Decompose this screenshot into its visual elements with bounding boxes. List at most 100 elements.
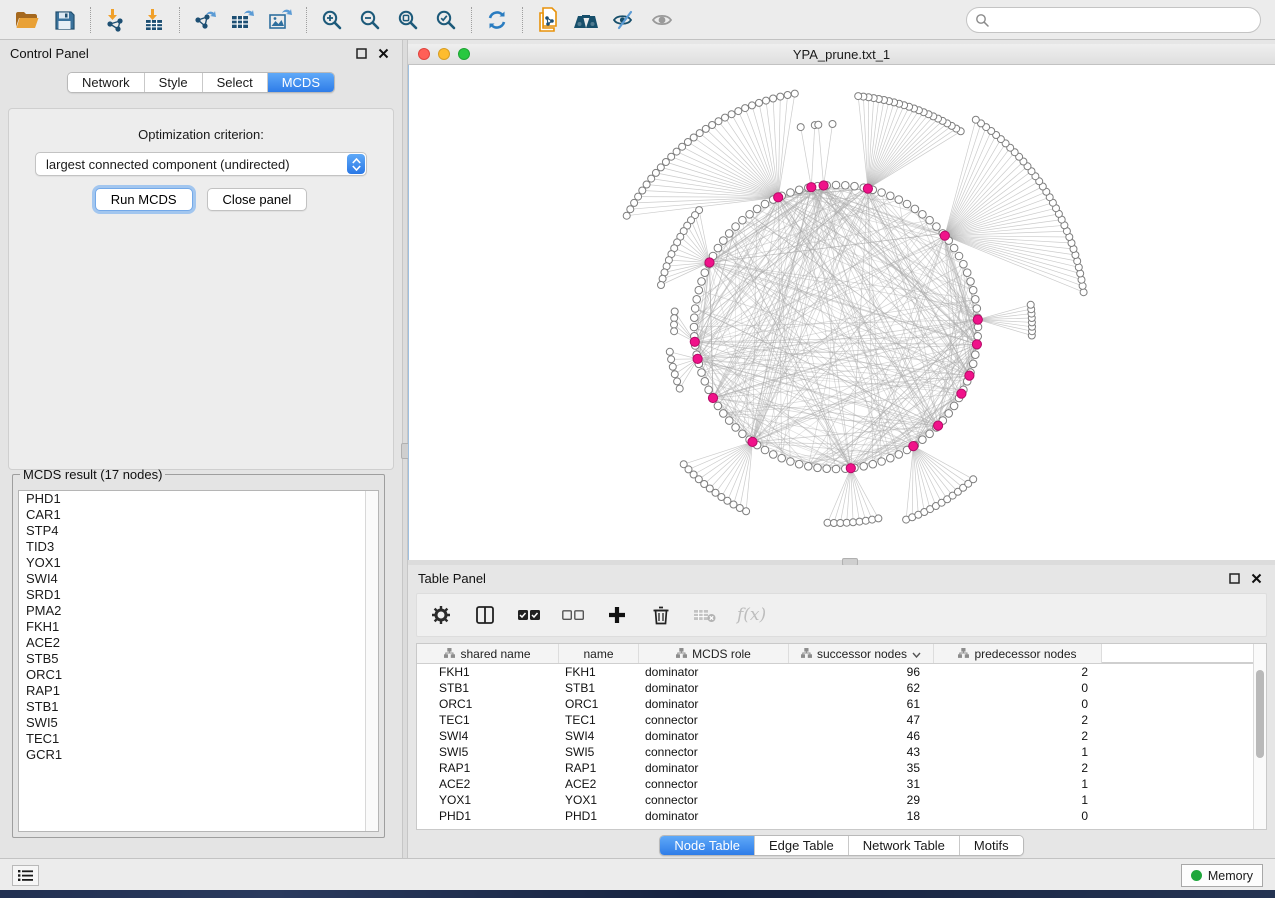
mcds-result-item[interactable]: STB5 <box>19 651 378 667</box>
graph-node[interactable] <box>855 93 862 100</box>
mcds-result-item[interactable]: SWI4 <box>19 571 378 587</box>
graph-node[interactable] <box>926 430 934 438</box>
save-session-button[interactable] <box>46 4 84 36</box>
cell-name[interactable]: STB1 <box>559 681 639 695</box>
mcds-result-item[interactable]: ACE2 <box>19 635 378 651</box>
zoom-selected-button[interactable] <box>427 4 465 36</box>
mcds-result-item[interactable]: YOX1 <box>19 555 378 571</box>
graph-node[interactable] <box>815 121 822 128</box>
cell-shared-name[interactable]: FKH1 <box>417 665 559 679</box>
graph-node[interactable] <box>695 286 703 294</box>
graph-node[interactable] <box>911 205 919 213</box>
zoom-out-button[interactable] <box>351 4 389 36</box>
graph-node[interactable] <box>627 206 634 213</box>
graph-node[interactable] <box>691 314 699 322</box>
import-network-button[interactable] <box>97 4 135 36</box>
mcds-result-item[interactable]: PHD1 <box>19 491 378 507</box>
table-scrollbar[interactable] <box>1253 644 1266 829</box>
cell-predecessor-nodes[interactable]: 1 <box>934 745 1102 759</box>
mcds-result-item[interactable]: STP4 <box>19 523 378 539</box>
table-row[interactable]: PHD1PHD1dominator180 <box>417 808 1266 824</box>
graph-node[interactable] <box>728 111 735 118</box>
cell-predecessor-nodes[interactable]: 1 <box>934 777 1102 791</box>
tab-style[interactable]: Style <box>145 73 203 92</box>
graph-hub-node[interactable] <box>957 389 966 398</box>
float-panel-button[interactable] <box>1225 570 1243 586</box>
graph-node[interactable] <box>933 223 941 231</box>
deselect-all-button[interactable] <box>561 601 585 629</box>
cell-MCDS-role[interactable]: connector <box>639 745 789 759</box>
graph-node[interactable] <box>967 278 975 286</box>
mcds-result-item[interactable]: ORC1 <box>19 667 378 683</box>
status-menu-button[interactable] <box>12 865 39 886</box>
graph-node[interactable] <box>945 410 953 418</box>
graph-node[interactable] <box>829 121 836 128</box>
graph-node[interactable] <box>787 458 795 466</box>
graph-node[interactable] <box>778 454 786 462</box>
cell-successor-nodes[interactable]: 29 <box>789 793 934 807</box>
cell-MCDS-role[interactable]: connector <box>639 793 789 807</box>
graph-node[interactable] <box>973 305 981 313</box>
cell-shared-name[interactable]: PHD1 <box>417 809 559 823</box>
tab-mcds[interactable]: MCDS <box>268 73 334 92</box>
graph-hub-node[interactable] <box>965 371 974 380</box>
cell-shared-name[interactable]: ORC1 <box>417 697 559 711</box>
graph-node[interactable] <box>887 454 895 462</box>
cell-name[interactable]: FKH1 <box>559 665 639 679</box>
graph-node[interactable] <box>668 153 675 160</box>
network-graph[interactable] <box>409 65 1275 560</box>
graph-node[interactable] <box>972 351 980 359</box>
graph-node[interactable] <box>671 321 678 328</box>
graph-node[interactable] <box>693 296 701 304</box>
graph-node[interactable] <box>756 99 763 106</box>
graph-node[interactable] <box>895 451 903 459</box>
mcds-result-item[interactable]: TID3 <box>19 539 378 555</box>
graph-node[interactable] <box>955 252 963 260</box>
cell-shared-name[interactable]: SWI5 <box>417 745 559 759</box>
cell-name[interactable]: SWI5 <box>559 745 639 759</box>
search-input[interactable] <box>994 13 1252 27</box>
graph-node[interactable] <box>814 464 822 472</box>
tab-network[interactable]: Network <box>68 73 145 92</box>
graph-node[interactable] <box>797 124 804 131</box>
export-table-button[interactable] <box>224 4 262 36</box>
search-field[interactable] <box>966 7 1261 33</box>
table-scrollbar-thumb[interactable] <box>1256 670 1264 758</box>
graph-node[interactable] <box>919 436 927 444</box>
graph-hub-node[interactable] <box>708 393 717 402</box>
graph-hub-node[interactable] <box>807 183 816 192</box>
mcds-list-scrollbar[interactable] <box>365 491 378 831</box>
graph-node[interactable] <box>702 125 709 132</box>
graph-node[interactable] <box>722 114 729 121</box>
export-network-button[interactable] <box>186 4 224 36</box>
table-row[interactable]: SWI4SWI4dominator462 <box>417 728 1266 744</box>
graph-node[interactable] <box>720 237 728 245</box>
graph-node[interactable] <box>746 211 754 219</box>
graph-node[interactable] <box>714 402 722 410</box>
graph-node[interactable] <box>969 360 977 368</box>
graph-node[interactable] <box>761 200 769 208</box>
graph-node[interactable] <box>639 187 646 194</box>
graph-node[interactable] <box>709 122 716 129</box>
apply-layout-button[interactable] <box>478 4 516 36</box>
graph-hub-node[interactable] <box>940 231 949 240</box>
graph-node[interactable] <box>887 192 895 200</box>
column-header-shared-name[interactable]: shared name <box>417 644 559 663</box>
cell-successor-nodes[interactable]: 47 <box>789 713 934 727</box>
graph-node[interactable] <box>732 424 740 432</box>
graph-hub-node[interactable] <box>819 181 828 190</box>
cell-successor-nodes[interactable]: 96 <box>789 665 934 679</box>
graph-node[interactable] <box>658 282 665 289</box>
graph-node[interactable] <box>623 212 630 219</box>
column-header-predecessor-nodes[interactable]: predecessor nodes <box>934 644 1102 663</box>
graph-node[interactable] <box>674 378 681 385</box>
cell-predecessor-nodes[interactable]: 2 <box>934 729 1102 743</box>
open-session-button[interactable] <box>8 4 46 36</box>
zoom-fit-button[interactable] <box>389 4 427 36</box>
cell-MCDS-role[interactable]: dominator <box>639 809 789 823</box>
graph-node[interactable] <box>725 230 733 238</box>
cell-name[interactable]: SWI4 <box>559 729 639 743</box>
cell-shared-name[interactable]: ACE2 <box>417 777 559 791</box>
graph-node[interactable] <box>851 182 859 190</box>
cell-predecessor-nodes[interactable]: 0 <box>934 809 1102 823</box>
